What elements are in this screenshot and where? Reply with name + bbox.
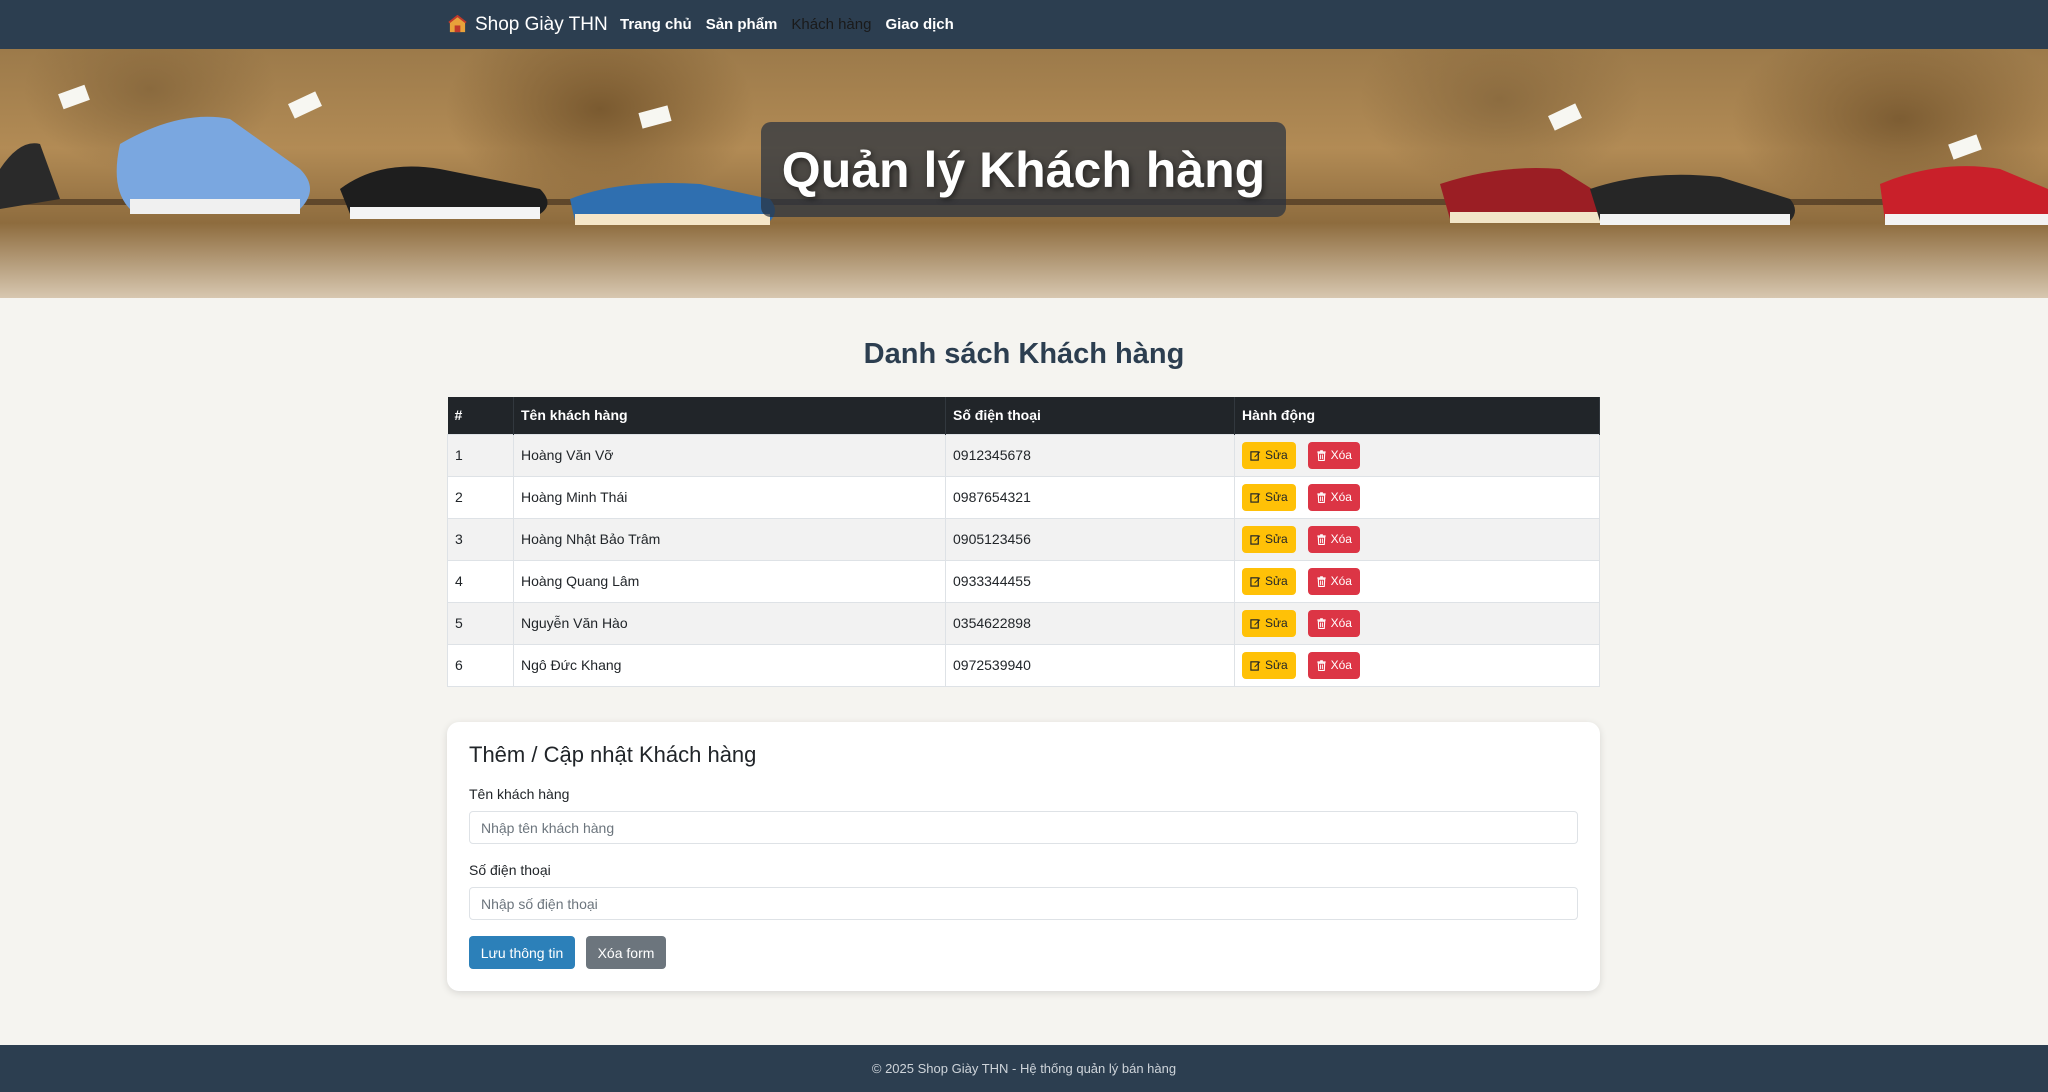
delete-button-label: Xóa	[1330, 574, 1352, 588]
footer: © 2025 Shop Giày THN - Hệ thống quản lý …	[0, 1045, 2048, 1092]
trash-icon	[1316, 617, 1326, 629]
delete-button-label: Xóa	[1330, 532, 1352, 546]
cell-phone: 0354622898	[945, 601, 1235, 644]
cell-actions: Sửa Xóa	[1234, 475, 1600, 518]
table-row: 3 Hoàng Nhật Bảo Trâm 0905123456 Sửa Xóa	[447, 517, 1600, 560]
delete-button-label: Xóa	[1330, 616, 1352, 630]
nav-link-transactions[interactable]: Giao dịch	[885, 16, 953, 33]
trash-icon	[1316, 533, 1326, 545]
trash-icon	[1316, 491, 1326, 503]
customers-table: # Tên khách hàng Số điện thoại Hành động…	[447, 397, 1600, 687]
column-header-index: #	[447, 397, 514, 434]
cell-actions: Sửa Xóa	[1234, 433, 1600, 476]
cell-phone: 0912345678	[945, 433, 1235, 476]
cell-phone: 0905123456	[945, 517, 1235, 560]
delete-button-label: Xóa	[1330, 490, 1352, 504]
cell-index: 6	[447, 643, 514, 687]
store-icon	[448, 15, 467, 33]
edit-button[interactable]: Sửa	[1242, 609, 1296, 637]
table-body: 1 Hoàng Văn Vỡ 0912345678 Sửa Xóa 2 Hoàn…	[447, 433, 1600, 687]
column-header-name: Tên khách hàng	[513, 397, 946, 434]
table-row: 6 Ngô Đức Khang 0972539940 Sửa Xóa	[447, 643, 1600, 687]
cell-index: 2	[447, 475, 514, 518]
section-title: Danh sách Khách hàng	[863, 338, 1185, 370]
delete-button[interactable]: Xóa	[1307, 567, 1360, 595]
delete-button[interactable]: Xóa	[1307, 609, 1360, 637]
cell-index: 3	[447, 517, 514, 560]
edit-button-label: Sửa	[1265, 658, 1288, 672]
phone-field-label: Số điện thoại	[469, 862, 551, 878]
cell-index: 5	[447, 601, 514, 644]
column-header-phone: Số điện thoại	[945, 397, 1235, 434]
customer-name-input[interactable]	[469, 811, 1578, 844]
table-row: 1 Hoàng Văn Vỡ 0912345678 Sửa Xóa	[447, 433, 1600, 476]
edit-icon	[1250, 450, 1261, 461]
cell-name: Hoàng Minh Thái	[513, 475, 946, 518]
brand-label: Shop Giày THN	[475, 13, 608, 35]
trash-icon	[1316, 575, 1326, 587]
edit-icon	[1250, 618, 1261, 629]
table-header-row: # Tên khách hàng Số điện thoại Hành động	[447, 397, 1600, 434]
edit-button[interactable]: Sửa	[1242, 525, 1296, 553]
edit-icon	[1250, 660, 1261, 671]
footer-text: © 2025 Shop Giày THN - Hệ thống quản lý …	[871, 1061, 1177, 1076]
delete-button-label: Xóa	[1330, 448, 1352, 462]
cell-phone: 0987654321	[945, 475, 1235, 518]
cell-index: 4	[447, 559, 514, 602]
page-title: Quản lý Khách hàng	[781, 141, 1266, 198]
edit-button-label: Sửa	[1265, 448, 1288, 462]
cell-name: Hoàng Nhật Bảo Trâm	[513, 517, 946, 560]
delete-button[interactable]: Xóa	[1307, 483, 1360, 511]
edit-button-label: Sửa	[1265, 490, 1288, 504]
edit-button-label: Sửa	[1265, 532, 1288, 546]
table-row: 2 Hoàng Minh Thái 0987654321 Sửa Xóa	[447, 475, 1600, 518]
edit-icon	[1250, 492, 1261, 503]
table-row: 4 Hoàng Quang Lâm 0933344455 Sửa Xóa	[447, 559, 1600, 602]
cell-name: Hoàng Quang Lâm	[513, 559, 946, 602]
column-header-actions: Hành động	[1234, 397, 1600, 434]
brand-link[interactable]: Shop Giày THN	[448, 0, 608, 49]
table-row: 5 Nguyễn Văn Hào 0354622898 Sửa Xóa	[447, 601, 1600, 644]
edit-button[interactable]: Sửa	[1242, 651, 1296, 679]
edit-button[interactable]: Sửa	[1242, 441, 1296, 469]
trash-icon	[1316, 449, 1326, 461]
edit-button-label: Sửa	[1265, 616, 1288, 630]
delete-button-label: Xóa	[1330, 658, 1352, 672]
hero-banner: Quản lý Khách hàng	[0, 49, 2048, 298]
cell-name: Nguyễn Văn Hào	[513, 601, 946, 644]
edit-icon	[1250, 576, 1261, 587]
cell-name: Hoàng Văn Vỡ	[513, 433, 946, 476]
clear-form-button[interactable]: Xóa form	[586, 936, 666, 969]
delete-button[interactable]: Xóa	[1307, 651, 1360, 679]
delete-button[interactable]: Xóa	[1307, 525, 1360, 553]
nav-link-products[interactable]: Sản phẩm	[706, 16, 778, 33]
nav-links: Trang chủ Sản phẩm Khách hàng Giao dịch	[620, 0, 954, 49]
form-title: Thêm / Cập nhật Khách hàng	[469, 742, 757, 767]
customer-phone-input[interactable]	[469, 887, 1578, 920]
navbar: Shop Giày THN Trang chủ Sản phẩm Khách h…	[0, 0, 2048, 49]
nav-link-home[interactable]: Trang chủ	[620, 16, 692, 33]
cell-index: 1	[447, 433, 514, 476]
delete-button[interactable]: Xóa	[1307, 441, 1360, 469]
edit-button[interactable]: Sửa	[1242, 567, 1296, 595]
edit-icon	[1250, 534, 1261, 545]
hero-title-box: Quản lý Khách hàng	[761, 122, 1286, 217]
trash-icon	[1316, 659, 1326, 671]
cell-actions: Sửa Xóa	[1234, 643, 1600, 687]
cell-actions: Sửa Xóa	[1234, 559, 1600, 602]
edit-button[interactable]: Sửa	[1242, 483, 1296, 511]
cell-phone: 0933344455	[945, 559, 1235, 602]
name-field-label: Tên khách hàng	[469, 786, 570, 802]
cell-actions: Sửa Xóa	[1234, 601, 1600, 644]
cell-phone: 0972539940	[945, 643, 1235, 687]
save-button[interactable]: Lưu thông tin	[469, 936, 575, 969]
cell-name: Ngô Đức Khang	[513, 643, 946, 687]
nav-link-customers[interactable]: Khách hàng	[791, 16, 871, 33]
edit-button-label: Sửa	[1265, 574, 1288, 588]
customer-form-card: Thêm / Cập nhật Khách hàng Tên khách hàn…	[447, 722, 1600, 991]
cell-actions: Sửa Xóa	[1234, 517, 1600, 560]
